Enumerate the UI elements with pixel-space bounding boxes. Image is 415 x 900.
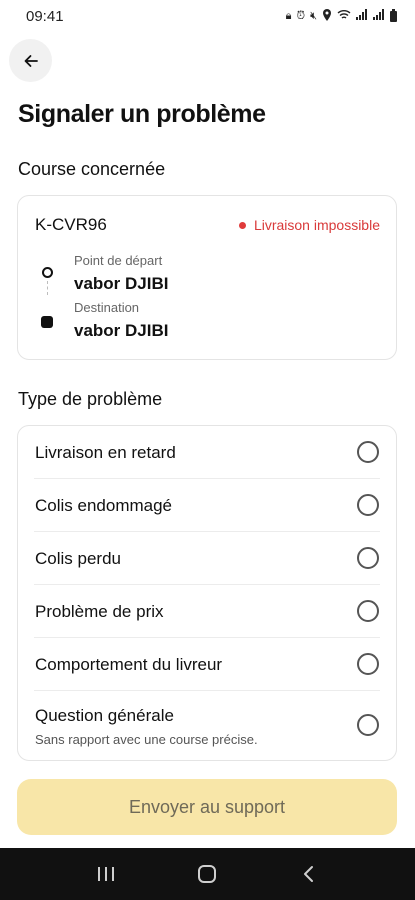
status-text: Livraison impossible <box>253 217 380 233</box>
system-nav-bar <box>0 848 415 900</box>
status-bar: 09:41 🔒︎ ⏰︎ 🔇︎ <box>0 0 415 32</box>
problem-option-driver-behavior[interactable]: Comportement du livreur <box>18 638 396 691</box>
send-to-support-button[interactable]: Envoyer au support <box>17 779 397 835</box>
location-icon <box>322 8 332 24</box>
signal-icon-2 <box>373 9 385 23</box>
departure-marker-icon <box>42 267 53 278</box>
route-line <box>47 281 48 295</box>
problem-type-list: Livraison en retard Colis endommagé Coli… <box>17 425 397 761</box>
departure-label: Point de départ <box>74 253 163 268</box>
arrow-left-icon <box>24 54 38 67</box>
option-label: Colis perdu <box>35 549 121 568</box>
option-label: Livraison en retard <box>35 443 176 462</box>
problem-option-general-question[interactable]: Question générale Sans rapport avec une … <box>18 691 396 761</box>
radio-button[interactable] <box>357 600 379 622</box>
option-label: Problème de prix <box>35 602 164 621</box>
radio-button[interactable] <box>357 714 379 736</box>
page-title: Signaler un problème <box>18 100 266 128</box>
departure-value: vabor DJIBI <box>74 274 169 293</box>
option-sublabel: Sans rapport avec une course précise. <box>35 732 258 747</box>
course-section-title: Course concernée <box>18 159 166 179</box>
home-icon <box>198 865 217 883</box>
status-time: 09:41 <box>26 7 64 25</box>
signal-icon <box>356 9 368 23</box>
system-back-button[interactable] <box>289 854 329 894</box>
course-card: K-CVR96 Livraison impossible Point de dé… <box>17 195 397 360</box>
option-label: Question générale <box>35 706 174 725</box>
problem-section-title: Type de problème <box>18 389 163 409</box>
mute-icon: 🔇︎ <box>310 9 317 22</box>
problem-option-lost-parcel[interactable]: Colis perdu <box>18 532 396 585</box>
destination-label: Destination <box>74 300 140 315</box>
radio-button[interactable] <box>357 547 379 569</box>
course-id: K-CVR96 <box>35 215 107 234</box>
battery-icon <box>390 8 397 22</box>
recent-apps-button[interactable] <box>86 854 126 894</box>
status-badge: Livraison impossible <box>238 217 380 233</box>
option-label: Colis endommagé <box>35 496 173 515</box>
radio-button[interactable] <box>357 441 379 463</box>
back-button[interactable] <box>9 39 52 82</box>
status-dot <box>238 221 246 229</box>
status-icons: 🔒︎ ⏰︎ 🔇︎ <box>285 8 397 24</box>
home-button[interactable] <box>187 854 227 894</box>
destination-value: vabor DJIBI <box>74 321 169 340</box>
problem-option-damaged-parcel[interactable]: Colis endommagé <box>18 479 396 532</box>
recent-apps-icon <box>97 867 114 881</box>
alarm-icon: ⏰︎ <box>296 9 306 22</box>
problem-option-price-issue[interactable]: Problème de prix <box>18 585 396 638</box>
destination-marker-icon <box>41 316 53 328</box>
lock-icon: 🔒︎ <box>285 9 292 22</box>
option-label: Comportement du livreur <box>35 655 223 674</box>
radio-button[interactable] <box>357 653 379 675</box>
back-icon <box>304 866 314 882</box>
problem-option-late-delivery[interactable]: Livraison en retard <box>18 426 396 479</box>
wifi-icon <box>337 9 351 23</box>
radio-button[interactable] <box>357 494 379 516</box>
